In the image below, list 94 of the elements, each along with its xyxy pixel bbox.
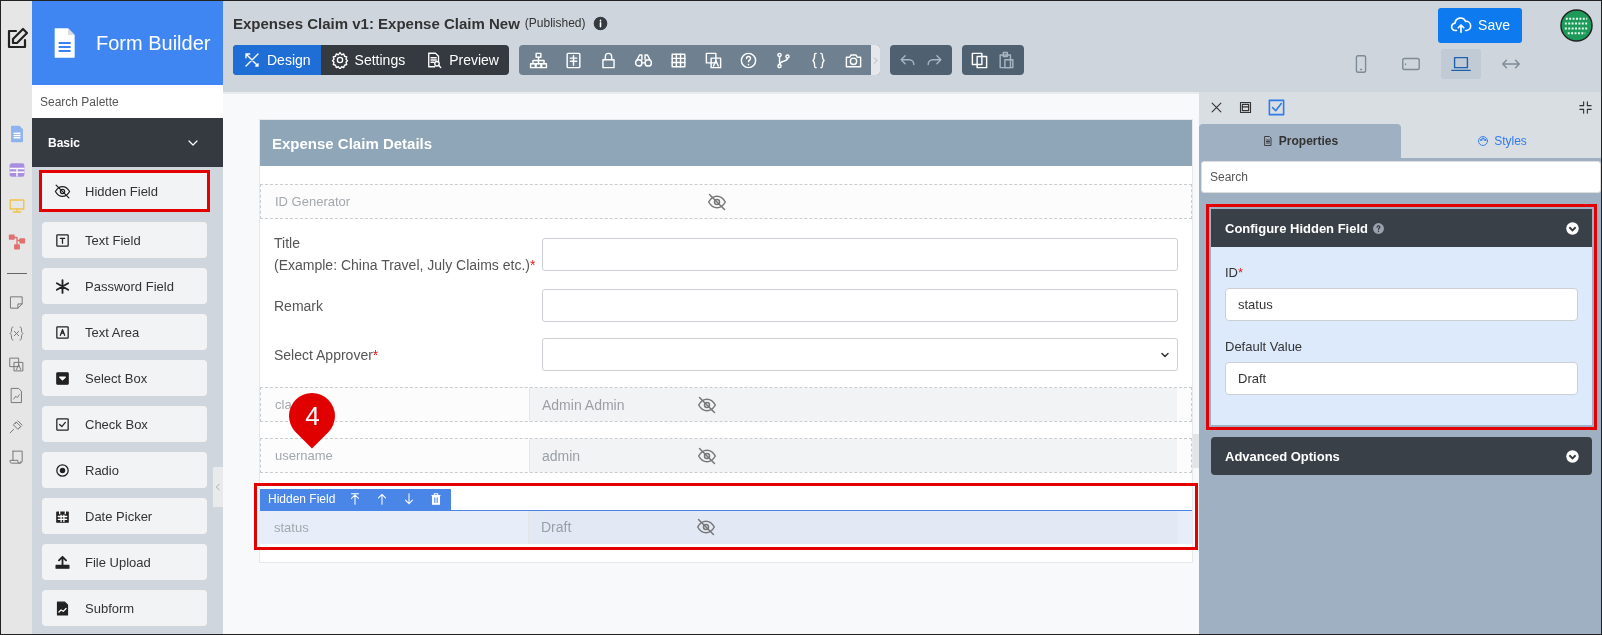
checkbox-icon[interactable] [1267, 97, 1286, 117]
avatar[interactable] [1560, 8, 1593, 42]
collapse-handle[interactable] [213, 467, 223, 507]
copy-icon[interactable] [970, 50, 989, 70]
select-field[interactable] [542, 338, 1178, 371]
text-field[interactable] [542, 289, 1178, 322]
note-icon[interactable] [8, 294, 25, 311]
sitemap-icon[interactable] [529, 50, 548, 70]
palette-item[interactable]: File Upload [42, 544, 207, 580]
eye-slash-icon [707, 191, 727, 212]
palette-item[interactable]: Radio [42, 452, 207, 488]
form-title: Expenses Claim v1: Expense Claim New [233, 14, 520, 32]
mode-tab[interactable]: Preview [415, 45, 509, 75]
palette-item[interactable]: Check Box [42, 406, 207, 442]
info-icon[interactable] [592, 15, 608, 31]
checkbox-icon [54, 415, 71, 433]
help-icon [1372, 221, 1385, 235]
trash-icon[interactable] [429, 492, 444, 506]
translate-icon[interactable] [8, 356, 25, 373]
document-search-icon [425, 51, 444, 69]
upload-icon [54, 553, 71, 571]
save-button[interactable]: Save [1438, 7, 1522, 43]
chevron-right-icon [871, 55, 880, 65]
text-field[interactable]: status [1225, 288, 1578, 321]
document-icon [54, 599, 71, 617]
lock-icon[interactable] [599, 50, 618, 70]
document-icon [1261, 135, 1274, 147]
value-text: admin [542, 447, 582, 464]
eye-slash-icon [54, 182, 71, 200]
palette-item[interactable]: Text Field [42, 222, 207, 258]
field-label: Default Value [1225, 339, 1304, 354]
palette-item[interactable]: Select Box [42, 360, 207, 396]
text-field-icon [54, 231, 71, 249]
palette-item[interactable]: Hidden Field [39, 170, 210, 212]
document-icon[interactable] [564, 50, 583, 70]
braces-icon[interactable] [809, 50, 828, 70]
palette-item[interactable]: Text Area [42, 314, 207, 350]
field-label: status [274, 519, 309, 535]
palette-item[interactable]: Date Picker [42, 498, 207, 534]
frame-icon[interactable] [1238, 99, 1253, 115]
app-title: Form Builder [96, 31, 211, 55]
search-field[interactable]: Search [1201, 161, 1601, 193]
text-field[interactable]: Draft [1225, 362, 1578, 395]
category-header[interactable]: Basic [32, 118, 223, 167]
field-label: ID* [1225, 265, 1245, 280]
field-hint: (Example: China Travel, July Claims etc.)* [274, 257, 537, 273]
field-label: Remark [274, 297, 324, 314]
chevron-left-icon [213, 482, 223, 492]
palette-item[interactable]: Password Field [42, 268, 207, 304]
eye-slash-icon [697, 445, 717, 466]
dropdown-icon [54, 369, 71, 387]
status-label: (Published) [524, 16, 586, 30]
laptop-icon[interactable] [1441, 49, 1481, 79]
field-label: Select Approver* [274, 346, 380, 363]
ruler-pencil-icon [243, 51, 261, 69]
paste-icon[interactable] [997, 50, 1016, 70]
eye-slash-icon [697, 394, 717, 415]
palette-icon [1477, 135, 1490, 147]
grid-icon[interactable] [669, 50, 688, 70]
script-icon[interactable] [8, 449, 25, 466]
variable-icon[interactable] [8, 325, 25, 342]
field-label: username [275, 448, 333, 463]
help-icon[interactable] [739, 50, 758, 70]
text-field[interactable] [542, 237, 1178, 271]
section-header[interactable]: Advanced Options [1211, 437, 1592, 475]
field-label: Title [274, 235, 301, 251]
mode-tab[interactable]: Settings [320, 45, 416, 75]
branch-icon[interactable] [774, 50, 793, 70]
asterisk-icon [54, 277, 71, 295]
cloud-upload-icon [1450, 14, 1473, 36]
search-field[interactable]: Search Palette [32, 85, 223, 118]
chart-document-icon[interactable] [8, 387, 25, 404]
eye-slash-icon [696, 517, 716, 537]
value-text: Admin Admin [542, 396, 626, 413]
calendar-icon [54, 507, 71, 525]
section-header[interactable]: Configure Hidden Field [1211, 209, 1592, 247]
translate-icon[interactable] [704, 50, 723, 70]
settings-icon [330, 51, 349, 69]
collapse-icon[interactable] [1578, 99, 1593, 115]
section-title: Expense Claim Details [272, 134, 433, 152]
mode-tab[interactable]: Design [233, 45, 321, 75]
text-area-icon [54, 323, 71, 341]
value-text: Draft [541, 519, 573, 535]
hierarchy-icon[interactable] [7, 233, 26, 251]
field-label: ID Generator [275, 194, 351, 209]
palette-item[interactable]: Subform [42, 590, 207, 626]
table-icon[interactable] [7, 161, 26, 179]
plug-icon[interactable] [8, 418, 25, 435]
chevron-circle-icon [1565, 448, 1580, 464]
radio-icon [54, 461, 71, 479]
panel-tab[interactable]: Properties [1199, 124, 1401, 158]
component-label: Hidden Field [268, 492, 336, 506]
field-label: cla [275, 397, 292, 412]
chevron-circle-icon [1565, 220, 1580, 236]
